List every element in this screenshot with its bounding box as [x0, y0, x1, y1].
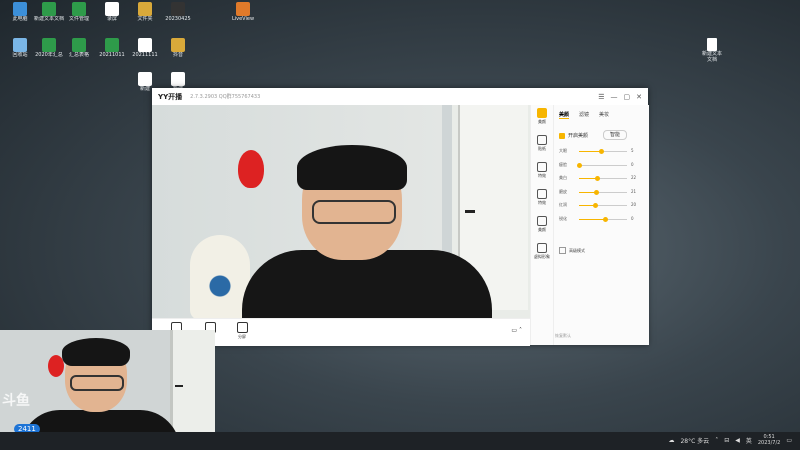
close-button[interactable]: ✕	[636, 93, 642, 101]
sidebar-item[interactable]: 贴纸	[531, 135, 553, 159]
beauty-slider: 瘦脸 0	[559, 161, 634, 168]
slider-knob[interactable]	[594, 189, 600, 195]
tab-filter[interactable]: 滤镜	[579, 111, 589, 119]
ime-indicator[interactable]: 英	[746, 436, 752, 445]
slider-knob[interactable]	[595, 176, 601, 181]
file-icon	[138, 72, 152, 86]
file-icon	[138, 2, 152, 16]
file-icon	[13, 2, 27, 16]
system-tray: ☁ 28°C 多云 ˄ ⊟ ◀ 英 0:51 2023/7/2 ▭	[668, 434, 792, 446]
advanced-mode-checkbox[interactable]: 高级模式	[559, 247, 585, 254]
volume-icon[interactable]: ◀	[735, 437, 740, 444]
slider-knob[interactable]	[577, 162, 582, 168]
desktop-icon[interactable]: 新建文本文档	[34, 2, 64, 22]
file-icon	[72, 2, 86, 16]
app-title: YY开播	[158, 92, 183, 101]
slider-track[interactable]	[579, 216, 627, 222]
text-file-icon	[707, 38, 717, 51]
file-icon	[138, 38, 152, 52]
slider-knob[interactable]	[603, 216, 609, 222]
sidebar-item[interactable]: 美颜	[531, 216, 553, 240]
desktop-icon[interactable]: 2020年汇总	[34, 38, 64, 58]
desktop-icon[interactable]: 20230425	[163, 2, 193, 22]
app-version: 2.7.3.2903 QQ群755767433	[190, 94, 261, 100]
sidebar-item[interactable]: 虚拟形象	[531, 243, 553, 267]
weather-icon[interactable]: ☁	[668, 437, 674, 444]
douyu-logo: 斗鱼	[2, 393, 30, 409]
split-screen-icon	[236, 322, 248, 333]
checkbox-checked-icon	[559, 132, 565, 139]
slider-knob[interactable]	[592, 203, 598, 208]
split-screen-button[interactable]: 分屏	[232, 322, 252, 340]
camera-toggle[interactable]: ▭ ˄	[511, 327, 522, 334]
taskbar: ☁ 28°C 多云 ˄ ⊟ ◀ 英 0:51 2023/7/2 ▭	[0, 432, 800, 450]
tab-makeup[interactable]: 美妆	[599, 111, 609, 119]
file-icon	[171, 38, 185, 52]
desktop-icon[interactable]: 文件夹	[130, 2, 160, 22]
desktop-file-icon[interactable]: 新建文本文档	[700, 38, 724, 63]
slider-track[interactable]	[579, 176, 627, 181]
desktop-icon[interactable]: LiveView	[228, 2, 258, 22]
beauty-slider: 磨皮 21	[559, 188, 637, 195]
desktop-icon[interactable]: 汇总表格	[64, 38, 94, 58]
streamer	[242, 145, 492, 318]
chevron-up-icon[interactable]: ˄	[715, 437, 718, 444]
beauty-slider: 大眼 5	[559, 148, 634, 154]
file-icon	[236, 2, 250, 16]
yy-live-window: YY开播 2.7.3.2903 QQ群755767433 ☰ — ▢ ✕ 分屏 …	[152, 88, 649, 346]
slider-track[interactable]	[577, 162, 627, 168]
tab-beauty[interactable]: 美颜	[559, 111, 570, 119]
window-titlebar[interactable]: YY开播 2.7.3.2903 QQ群755767433 ☰ — ▢ ✕	[152, 88, 648, 105]
desktop-icon[interactable]: 20211111	[130, 38, 160, 58]
desktop-icon[interactable]: 录屏	[97, 2, 127, 22]
sidebar-icon	[537, 108, 547, 118]
beauty-slider: 锐化 0	[559, 215, 634, 222]
menu-icon[interactable]: ☰	[598, 93, 604, 101]
sidebar-icon	[537, 135, 547, 145]
file-icon	[42, 38, 56, 52]
camera-preview	[152, 105, 530, 318]
weather-text[interactable]: 28°C 多云	[680, 436, 709, 445]
file-icon	[171, 2, 185, 16]
beauty-toggle[interactable]: 开启美颜	[559, 132, 588, 139]
file-icon	[105, 38, 119, 52]
desktop-icon[interactable]: 文件管理	[64, 2, 94, 22]
sidebar-icon	[537, 189, 547, 199]
clock[interactable]: 0:51 2023/7/2	[758, 434, 780, 446]
panel-icon-column: 美颜 贴纸 特效 特效 美颜 虚拟形象	[531, 105, 554, 345]
reset-default-link[interactable]: 恢复默认	[555, 333, 571, 339]
beauty-slider: 美白 22	[559, 175, 637, 181]
sidebar-icon	[537, 243, 547, 253]
slider-track[interactable]	[579, 203, 627, 208]
desktop-file-label: 新建文本文档	[701, 51, 722, 63]
desktop-icon[interactable]: 此电脑	[5, 2, 35, 22]
file-icon	[171, 72, 185, 86]
sidebar-icon	[537, 162, 547, 172]
network-icon[interactable]: ⊟	[724, 437, 729, 444]
file-icon	[42, 2, 56, 16]
beauty-tabs: 美颜 滤镜 美妆	[559, 111, 609, 119]
file-icon	[72, 38, 86, 52]
file-icon	[13, 38, 27, 52]
slider-track[interactable]	[579, 149, 627, 154]
sidebar-item[interactable]: 美颜	[531, 108, 553, 132]
beauty-panel: 美颜 贴纸 特效 特效 美颜 虚拟形象 美颜 滤镜 美妆 开启美颜 智能 大眼 5 瘦脸 0 美白…	[530, 105, 649, 345]
sidebar-item[interactable]: 特效	[531, 189, 553, 213]
desktop-icon[interactable]: 20211011	[97, 38, 127, 58]
rocket-figure	[190, 235, 250, 318]
beauty-mode-select[interactable]: 智能	[603, 130, 627, 140]
notification-icon[interactable]: ▭	[786, 437, 792, 444]
desktop-icon[interactable]: 抖音	[163, 38, 193, 58]
beauty-slider: 红润 20	[559, 202, 637, 208]
sidebar-icon	[537, 216, 547, 226]
desktop-icon[interactable]: 回收站	[5, 38, 35, 58]
file-icon	[105, 2, 119, 16]
maximize-button[interactable]: ▢	[624, 93, 631, 101]
sidebar-item[interactable]: 特效	[531, 162, 553, 186]
slider-knob[interactable]	[598, 149, 604, 154]
minimize-button[interactable]: —	[611, 93, 618, 101]
slider-track[interactable]	[579, 189, 627, 195]
